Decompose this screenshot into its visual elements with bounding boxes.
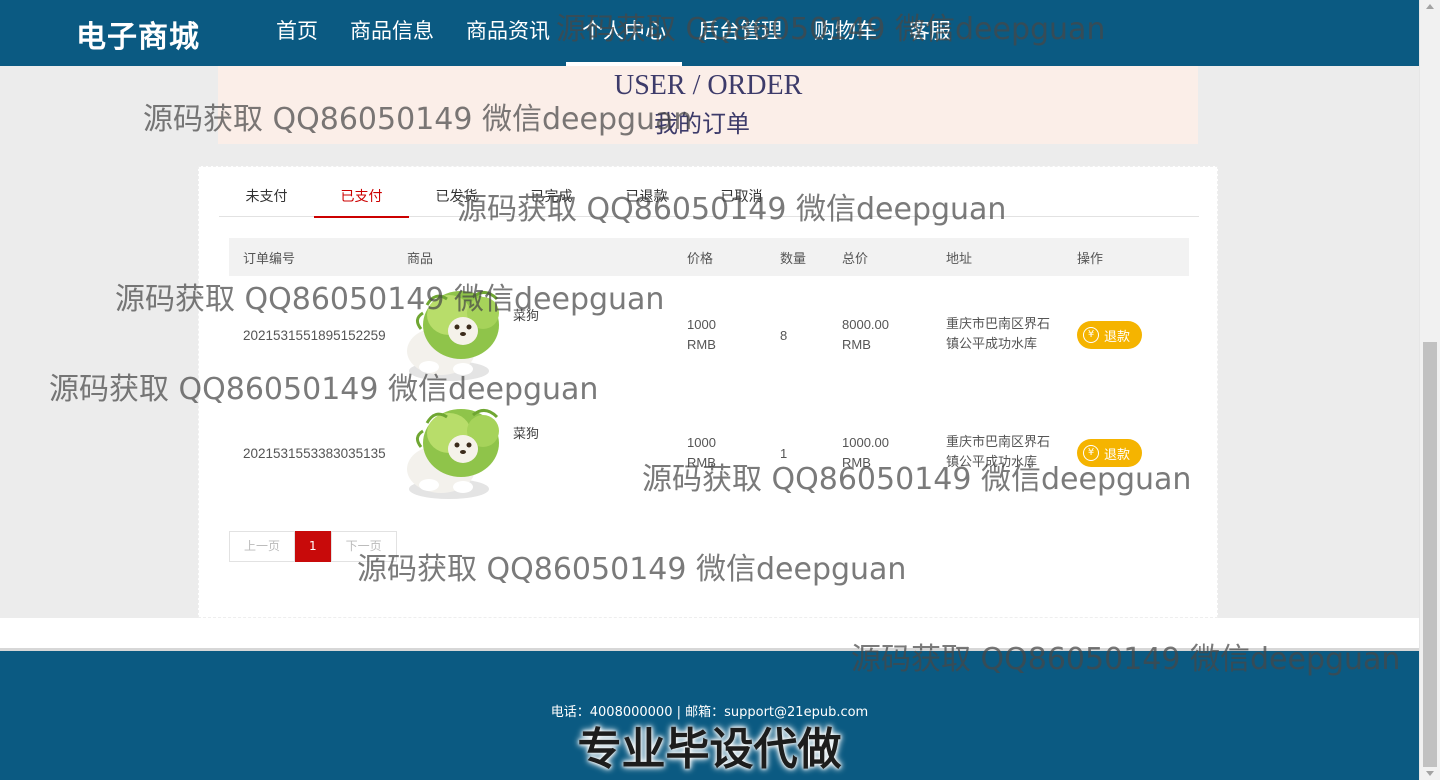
- nav-product-news[interactable]: 商品资讯: [450, 0, 566, 66]
- footer-spacer: [0, 618, 1419, 648]
- scroll-up-icon[interactable]: [1426, 4, 1434, 9]
- table-header: 订单编号 商品 价格 数量 总价 地址 操作: [229, 238, 1189, 276]
- price-unit: RMB: [687, 455, 716, 470]
- tab-refunded[interactable]: 已退款: [599, 177, 694, 217]
- qty-cell: 1: [780, 445, 788, 461]
- prev-page-button[interactable]: 上一页: [229, 531, 296, 562]
- address-cell: 重庆市巴南区界石镇公平成功水库: [946, 315, 1077, 355]
- price-cell: 1000 RMB: [687, 315, 780, 355]
- table-row: 2021531551895152259 菜狗 1000 RMB 8 8000.0…: [229, 276, 1189, 394]
- header-qty: 数量: [780, 251, 807, 267]
- tab-paid[interactable]: 已支付: [314, 177, 409, 218]
- action-cell: ¥ 退款: [1077, 321, 1189, 349]
- order-id: 2021531553383035135: [243, 445, 386, 461]
- product-image[interactable]: [407, 403, 513, 503]
- tab-cancelled[interactable]: 已取消: [694, 177, 789, 217]
- action-cell: ¥ 退款: [1077, 439, 1189, 467]
- tab-shipped[interactable]: 已发货: [409, 177, 504, 217]
- address-text: 重庆市巴南区界石镇公平成功水库: [946, 317, 1051, 352]
- yen-icon: ¥: [1083, 327, 1099, 343]
- banner-title-en: USER / ORDER: [614, 70, 803, 101]
- nav-cart[interactable]: 购物车: [798, 0, 893, 66]
- refund-label: 退款: [1104, 447, 1131, 463]
- nav-user-center[interactable]: 个人中心: [566, 0, 682, 66]
- brand-logo[interactable]: 电子商城: [76, 12, 200, 56]
- product-name[interactable]: 菜狗: [513, 403, 539, 442]
- total-value: 1000.00: [842, 435, 889, 450]
- nav-home[interactable]: 首页: [260, 0, 334, 66]
- refund-button[interactable]: ¥ 退款: [1077, 439, 1143, 467]
- top-navbar: 电子商城 首页 商品信息 商品资讯 个人中心 后台管理 购物车 客服: [0, 0, 1419, 66]
- page: 电子商城 首页 商品信息 商品资讯 个人中心 后台管理 购物车 客服 USER …: [0, 0, 1419, 780]
- page-scrollbar[interactable]: [1419, 0, 1440, 780]
- header-order-id: 订单编号: [243, 251, 296, 267]
- pagination: 上一页 1 下一页: [229, 531, 397, 562]
- price-unit: RMB: [687, 337, 716, 352]
- address-cell: 重庆市巴南区界石镇公平成功水库: [946, 433, 1077, 473]
- footer: 电话：4008000000 | 邮箱：support@21epub.com 专业…: [0, 648, 1419, 780]
- address-text: 重庆市巴南区界石镇公平成功水库: [946, 435, 1051, 470]
- nav-admin[interactable]: 后台管理: [682, 0, 798, 66]
- product-cell: 菜狗: [407, 403, 687, 503]
- table-row: 2021531553383035135 菜狗 1000 RMB 1 1000.0…: [229, 394, 1189, 512]
- total-cell: 1000.00 RMB: [842, 433, 946, 473]
- tab-completed[interactable]: 已完成: [504, 177, 599, 217]
- header-action: 操作: [1077, 251, 1104, 267]
- tab-unpaid[interactable]: 未支付: [219, 177, 314, 217]
- qty-cell: 8: [780, 327, 788, 343]
- price-value: 1000: [687, 317, 716, 332]
- header-product: 商品: [407, 251, 434, 267]
- page-banner: USER / ORDER 我的订单: [218, 66, 1198, 144]
- total-cell: 8000.00 RMB: [842, 315, 946, 355]
- next-page-button[interactable]: 下一页: [330, 531, 397, 562]
- main-nav: 首页 商品信息 商品资讯 个人中心 后台管理 购物车 客服: [260, 0, 967, 66]
- orders-panel: 未支付 已支付 已发货 已完成 已退款 已取消 订单编号 商品 价格 数量 总价…: [198, 166, 1218, 618]
- nav-service[interactable]: 客服: [893, 0, 967, 66]
- product-image[interactable]: [407, 285, 513, 385]
- total-unit: RMB: [842, 455, 871, 470]
- scroll-thumb[interactable]: [1423, 342, 1437, 767]
- order-id: 2021531551895152259: [243, 327, 386, 343]
- refund-button[interactable]: ¥ 退款: [1077, 321, 1143, 349]
- product-cell: 菜狗: [407, 285, 687, 385]
- nav-product-info[interactable]: 商品信息: [334, 0, 450, 66]
- page-number-current[interactable]: 1: [295, 531, 331, 562]
- order-status-tabs: 未支付 已支付 已发货 已完成 已退款 已取消: [219, 177, 1199, 218]
- product-name[interactable]: 菜狗: [513, 285, 539, 324]
- refund-label: 退款: [1104, 329, 1131, 345]
- total-unit: RMB: [842, 337, 871, 352]
- scroll-down-icon[interactable]: [1426, 771, 1434, 776]
- footer-slogan: 专业毕设代做: [577, 724, 842, 775]
- yen-icon: ¥: [1083, 445, 1099, 461]
- orders-table: 订单编号 商品 价格 数量 总价 地址 操作 20215315518951522…: [229, 238, 1189, 512]
- header-total: 总价: [842, 251, 869, 267]
- total-value: 8000.00: [842, 317, 889, 332]
- header-price: 价格: [687, 251, 714, 267]
- price-cell: 1000 RMB: [687, 433, 780, 473]
- banner-title-zh: 我的订单: [654, 110, 750, 138]
- header-address: 地址: [946, 251, 973, 267]
- price-value: 1000: [687, 435, 716, 450]
